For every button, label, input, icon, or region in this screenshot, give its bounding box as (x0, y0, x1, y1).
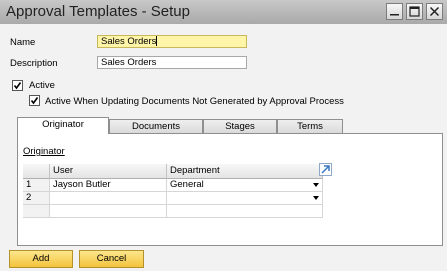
window-title: Approval Templates - Setup (6, 3, 190, 20)
add-button-label: Add (32, 253, 50, 264)
user-cell[interactable] (50, 205, 167, 218)
user-cell[interactable] (50, 192, 167, 205)
name-field-value: Sales Orders (101, 36, 157, 47)
department-dropdown[interactable] (167, 192, 323, 205)
column-header-department-label: Department (170, 165, 220, 176)
name-label: Name (10, 37, 36, 48)
text-caret (156, 36, 158, 46)
column-header-user[interactable]: User (50, 164, 167, 179)
close-button[interactable] (426, 3, 443, 20)
title-bar[interactable]: Approval Templates - Setup (0, 0, 447, 24)
description-label: Description (10, 58, 58, 69)
user-cell-value: Jayson Butler (53, 179, 111, 190)
expand-arrow-icon (321, 165, 330, 174)
table-row-number (23, 205, 50, 218)
department-cell-value: General (170, 179, 204, 190)
check-icon (30, 97, 39, 105)
row-number: 1 (26, 179, 32, 190)
originator-panel: Originator # User Department 1 Jayson Bu… (17, 133, 443, 246)
tab-originator[interactable]: Originator (17, 117, 109, 134)
active-checkbox[interactable] (12, 80, 23, 91)
add-button[interactable]: Add (9, 250, 73, 268)
cancel-button[interactable]: Cancel (79, 250, 144, 268)
table-row-number: 2 (23, 192, 50, 205)
name-field[interactable]: Sales Orders (97, 35, 247, 48)
tab-documents[interactable]: Documents (109, 119, 203, 134)
expand-table-button[interactable] (319, 163, 332, 176)
maximize-icon (409, 6, 420, 17)
tab-stages[interactable]: Stages (203, 119, 277, 134)
description-field-value: Sales Orders (101, 57, 157, 68)
column-header-number[interactable]: # (23, 164, 50, 179)
column-header-department[interactable]: Department (167, 164, 323, 179)
table-row-number: 1 (23, 179, 50, 192)
tab-documents-label: Documents (131, 121, 181, 132)
department-dropdown[interactable]: General (167, 179, 323, 192)
approval-templates-window: Approval Templates - Setup Name Sales Or… (0, 0, 447, 271)
department-cell[interactable] (167, 205, 323, 218)
user-cell[interactable]: Jayson Butler (50, 179, 167, 192)
cancel-button-label: Cancel (96, 253, 127, 264)
active-updating-label: Active When Updating Documents Not Gener… (45, 96, 344, 107)
check-icon (13, 82, 22, 90)
tab-terms-label: Terms (297, 121, 323, 132)
minimize-icon (390, 14, 399, 16)
tab-originator-label: Originator (42, 119, 84, 130)
dropdown-arrow-icon (313, 183, 319, 187)
active-label: Active (29, 80, 55, 91)
minimize-button[interactable] (386, 3, 403, 20)
tab-terms[interactable]: Terms (277, 119, 343, 134)
column-header-user-label: User (53, 165, 74, 176)
dropdown-arrow-icon (313, 196, 319, 200)
description-field[interactable]: Sales Orders (97, 56, 247, 69)
tab-stages-label: Stages (225, 121, 255, 132)
close-icon (429, 6, 440, 17)
maximize-button[interactable] (406, 3, 423, 20)
row-number: 2 (26, 192, 32, 203)
active-updating-checkbox[interactable] (29, 95, 40, 106)
originator-section-title: Originator (23, 146, 65, 157)
